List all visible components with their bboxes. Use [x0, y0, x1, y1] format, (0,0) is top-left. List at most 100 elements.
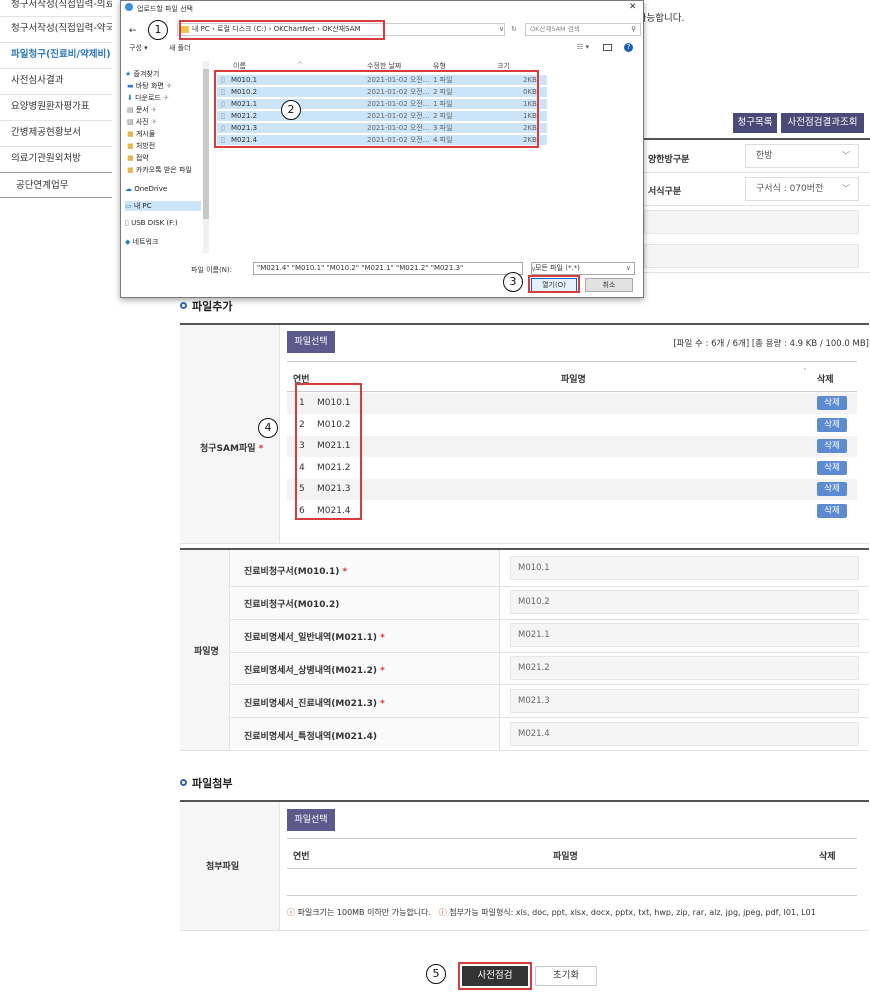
tree-folder-4[interactable]: ■ 카카오톡 받은 파일 [127, 165, 192, 175]
filename-section-label: 파일명 [194, 647, 219, 657]
tree-pictures[interactable]: ▨ 사진 ✈ [127, 117, 157, 127]
sidebar-item-prereview-result[interactable]: 사전심사결과 [0, 68, 112, 94]
file-type-filter[interactable]: 모든 파일 (*.*) ∨ [531, 262, 635, 275]
folder-icon: ■ [127, 154, 134, 162]
tree-documents[interactable]: ▤ 문서 ✈ [127, 105, 157, 115]
download-icon: ⬇ [127, 94, 133, 102]
delete-button[interactable]: 삭제 [817, 396, 847, 410]
highlight-file-list [214, 70, 539, 148]
chevron-down-icon: ﹀ [842, 184, 850, 193]
navigation-tree: ★ 즐겨찾기 ▬ 바탕 화면 ✈ ⬇ 다운로드 ✈ ▤ 문서 ✈ ▨ 사진 ✈ … [121, 61, 213, 253]
step-marker-3: 3 [503, 272, 523, 292]
oriental-select[interactable]: 한방 ﹀ [745, 144, 859, 168]
back-arrow-icon[interactable]: ← [129, 26, 137, 36]
search-icon: ⚲ [631, 25, 636, 33]
chevron-down-icon: ∨ [625, 264, 631, 272]
attach-row-label: 첨부파일 [206, 862, 240, 872]
close-icon[interactable]: ✕ [629, 2, 637, 12]
format-select[interactable]: 구서식 : 070버전 ﹀ [745, 177, 859, 201]
col-filename: 파일명 [561, 375, 586, 385]
bullet-icon [180, 779, 187, 786]
browser-icon [125, 3, 133, 11]
step-marker-4: 4 [258, 418, 278, 438]
folder-icon: ■ [127, 142, 134, 150]
step-marker-1: 1 [148, 20, 168, 40]
attach-table: 첨부파일 파일선택 연번 파일명 삭제 ⓘ 파일크기는 100MB 이하만 가능… [180, 800, 869, 931]
delete-button[interactable]: 삭제 [817, 439, 847, 453]
file-summary: [파일 수 : 6개 / 6개] [총 용량 : 4.9 KB / 100.0 … [673, 339, 869, 349]
table-row: 3 M021.1 삭제 [287, 436, 857, 457]
chevron-down-icon: ﹀ [842, 151, 850, 160]
delete-button[interactable]: 삭제 [817, 482, 847, 496]
filename-value-field: M010.2 [510, 590, 859, 614]
tree-downloads[interactable]: ⬇ 다운로드 ✈ [127, 93, 169, 103]
sidebar-item-patient-evaluation[interactable]: 요양병원환자평가표 [0, 94, 112, 120]
cloud-icon: ☁ [125, 185, 132, 193]
col-delete: 삭제 [819, 852, 836, 862]
organize-menu[interactable]: 구성 ▾ [129, 43, 148, 53]
tree-network[interactable]: ◆ 네트워크 [125, 237, 158, 247]
tree-desktop[interactable]: ▬ 바탕 화면 ✈ [127, 81, 172, 91]
highlight-open-button [528, 275, 580, 293]
filename-input[interactable]: "M021.4" "M010.1" "M010.2" "M021.1" "M02… [253, 262, 523, 275]
new-folder-button[interactable]: 새 폴더 [169, 43, 191, 53]
view-options-icon[interactable]: ☷ ▾ [577, 43, 589, 51]
filename-row-label: 진료비명세서_진료내역(M021.3) * [244, 699, 385, 709]
tree-folder-3[interactable]: ■ 접약 [127, 153, 149, 163]
filename-value-field: M021.1 [510, 623, 859, 647]
tree-scroll-thumb[interactable] [203, 69, 209, 219]
network-icon: ◆ [125, 238, 131, 246]
cancel-button[interactable]: 취소 [585, 278, 633, 292]
highlight-address-bar [179, 20, 385, 40]
help-icon[interactable]: ? [624, 43, 633, 52]
col-delete: 삭제 [817, 375, 834, 385]
delete-button[interactable]: 삭제 [817, 461, 847, 475]
reset-button[interactable]: 초기화 [535, 966, 597, 986]
readonly-field-1 [644, 210, 859, 234]
tree-folder-1[interactable]: ■ 게시물 [127, 129, 155, 139]
tree-scrollbar[interactable] [203, 61, 209, 253]
readonly-field-2 [644, 244, 859, 268]
path-dropdown-icon[interactable]: ∨ [499, 25, 504, 33]
filename-value-field: M021.3 [510, 689, 859, 713]
sort-icon[interactable]: ˄ [803, 368, 807, 376]
file-select-button[interactable]: 파일선택 [287, 331, 335, 353]
attach-grid: 연번 파일명 삭제 [287, 838, 857, 896]
delete-button[interactable]: 삭제 [817, 418, 847, 432]
table-row: 6 M021.4 삭제 [287, 501, 857, 522]
tree-favorites[interactable]: ★ 즐겨찾기 [125, 69, 159, 79]
tree-onedrive[interactable]: ☁ OneDrive [125, 185, 167, 193]
preview-pane-icon[interactable] [603, 44, 612, 51]
oriental-value: 한방 [756, 151, 773, 161]
precheck-result-button[interactable]: 사전점검결과조회 [781, 113, 864, 133]
filename-row-label: 진료비명세서_일반내역(M021.1) * [244, 633, 385, 643]
delete-button[interactable]: 삭제 [817, 504, 847, 518]
folder-icon: ■ [127, 166, 134, 174]
refresh-icon[interactable]: ↻ [511, 25, 517, 33]
sidebar-item-care-status[interactable]: 간병제공현황보서 [0, 120, 112, 146]
attach-notes: ⓘ 파일크기는 100MB 이하만 가능합니다. ⓘ 첨부가능 파일형식: xl… [287, 908, 816, 917]
step-marker-2: 2 [281, 100, 301, 120]
tree-usb[interactable]: ▯ USB DISK (F:) [125, 219, 178, 227]
sidebar-item-outpatient-prescription[interactable]: 의료기관원외처방 [0, 146, 112, 172]
sidebar-item-direct-pharmacy[interactable]: 청구서작성(직접입력-약국) [0, 16, 112, 42]
bullet-icon [180, 302, 187, 309]
dialog-titlebar: 업로드할 파일 선택 ✕ [121, 1, 643, 15]
dialog-title: 업로드할 파일 선택 [137, 5, 193, 13]
file-list-header: 이름 ^ 수정한 날짜 유형 크기 [233, 61, 510, 70]
sidebar-item-nhis-link[interactable]: 공단연계업무 [0, 172, 112, 198]
filename-value-field: M010.1 [510, 556, 859, 580]
tree-folder-2[interactable]: ■ 처방전 [127, 141, 155, 151]
format-value: 구서식 : 070버전 [756, 184, 824, 194]
attach-select-button[interactable]: 파일선택 [287, 809, 335, 831]
claim-list-button[interactable]: 청구목록 [733, 113, 777, 133]
pc-icon: ▭ [125, 202, 132, 210]
tree-this-pc[interactable]: ▭ 내 PC [125, 201, 201, 211]
sidebar-item-file-claim[interactable]: 파일청구(진료비/약제비) [0, 42, 112, 68]
desktop-icon: ▬ [127, 82, 134, 90]
oriental-label: 양한방구분 [648, 155, 690, 165]
filename-row-label: 진료비청구서(M010.1) * [244, 567, 348, 577]
search-input[interactable]: OK산재SAM 검색 ⚲ [525, 23, 641, 36]
file-add-table: 청구SAM파일 * 파일선택 [파일 수 : 6개 / 6개] [총 용량 : … [180, 323, 869, 544]
step-marker-5: 5 [426, 964, 446, 984]
